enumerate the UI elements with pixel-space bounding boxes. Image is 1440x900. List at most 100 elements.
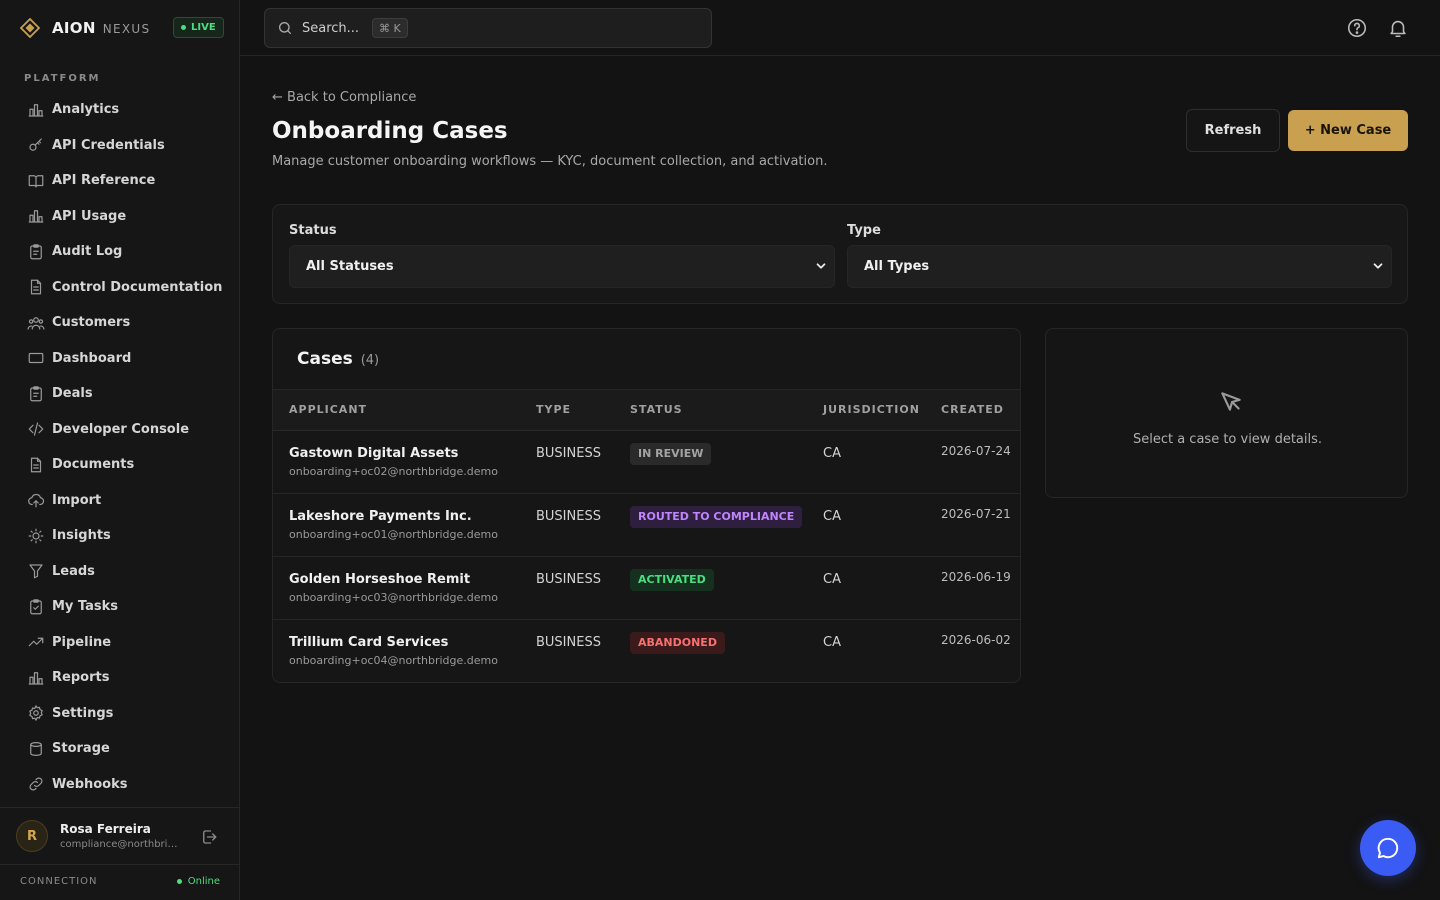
sidebar-item-deals[interactable]: Deals <box>0 376 240 412</box>
status-select[interactable]: All Statuses <box>289 245 835 288</box>
sidebar-item-analytics[interactable]: Analytics <box>0 92 240 128</box>
sidebar-item-label: Documents <box>52 457 135 473</box>
user-email: compliance@northbridg... <box>60 839 182 850</box>
new-case-button[interactable]: + New Case <box>1288 110 1408 151</box>
status-badge: ROUTED TO COMPLIANCE <box>630 506 803 528</box>
type-select-value: All Types <box>864 259 930 274</box>
search-box[interactable]: ⌘ K <box>264 8 712 48</box>
sidebar-item-label: Insights <box>52 528 111 544</box>
sidebar-item-dashboard[interactable]: Dashboard <box>0 341 240 377</box>
back-to-compliance-link[interactable]: ← Back to Compliance <box>272 90 416 105</box>
chat-bubble-icon <box>1377 837 1399 859</box>
bell-icon[interactable] <box>1387 17 1409 39</box>
book-icon <box>26 171 46 191</box>
sidebar-item-my-tasks[interactable]: My Tasks <box>0 589 240 625</box>
column-header-created[interactable]: CREATED <box>941 403 1004 416</box>
column-header-status[interactable]: STATUS <box>630 403 683 416</box>
created-cell: 2026-07-21 <box>941 507 1011 521</box>
created-cell: 2026-07-24 <box>941 444 1011 458</box>
avatar[interactable]: R <box>16 820 48 852</box>
document-icon <box>26 455 46 475</box>
sidebar-item-label: Webhooks <box>52 776 128 792</box>
funnel-icon <box>26 561 46 581</box>
search-input[interactable] <box>302 20 362 36</box>
sidebar-item-documents[interactable]: Documents <box>0 447 240 483</box>
status-cell: IN REVIEW <box>630 443 712 465</box>
sidebar-item-label: Settings <box>52 705 114 721</box>
sidebar-item-label: Reports <box>52 670 110 686</box>
sidebar-item-label: Customers <box>52 315 131 331</box>
status-cell: ACTIVATED <box>630 569 714 591</box>
detail-empty-text: Select a case to view details. <box>1132 432 1323 447</box>
applicant-name: Gastown Digital Assets <box>289 446 459 461</box>
diamond-logo-icon <box>20 18 40 38</box>
cases-title: Cases <box>297 349 353 369</box>
sidebar-item-customers[interactable]: Customers <box>0 305 240 341</box>
bar-chart-icon <box>26 100 46 120</box>
chevron-down-icon <box>816 263 826 269</box>
type-cell: BUSINESS <box>536 572 601 587</box>
document-icon <box>26 277 46 297</box>
column-header-applicant[interactable]: APPLICANT <box>289 403 367 416</box>
sidebar-item-reports[interactable]: Reports <box>0 660 240 696</box>
trend-icon <box>26 632 46 652</box>
sidebar-item-settings[interactable]: Settings <box>0 696 240 732</box>
help-icon[interactable] <box>1346 17 1368 39</box>
type-filter-label: Type <box>847 223 881 238</box>
chevron-down-icon <box>1373 263 1383 269</box>
gear-icon <box>26 703 46 723</box>
live-badge: LIVE <box>173 17 224 38</box>
column-header-type[interactable]: TYPE <box>536 403 571 416</box>
table-row[interactable]: Gastown Digital Assets onboarding+oc02@no… <box>273 431 1020 494</box>
sidebar-item-insights[interactable]: Insights <box>0 518 240 554</box>
sidebar-item-label: Dashboard <box>52 350 132 366</box>
code-icon <box>26 419 46 439</box>
sidebar-item-label: My Tasks <box>52 599 119 615</box>
sidebar-item-control-documentation[interactable]: Control Documentation <box>0 270 240 306</box>
sidebar-item-label: Developer Console <box>52 421 190 437</box>
status-badge: ACTIVATED <box>630 569 714 591</box>
brand[interactable]: AION NEXUS LIVE <box>20 16 224 40</box>
column-header-jurisdiction[interactable]: JURISDICTION <box>823 403 920 416</box>
chat-button[interactable] <box>1360 820 1416 876</box>
sidebar-item-storage[interactable]: Storage <box>0 731 240 767</box>
status-cell: ROUTED TO COMPLIANCE <box>630 506 803 528</box>
status-badge: IN REVIEW <box>630 443 712 465</box>
sidebar-item-api-usage[interactable]: API Usage <box>0 199 240 235</box>
type-cell: BUSINESS <box>536 509 601 524</box>
online-dot-icon <box>176 879 182 884</box>
sidebar-item-label: Pipeline <box>52 634 112 650</box>
applicant-email: onboarding+oc04@northbridge.demo <box>289 654 498 667</box>
sidebar-item-import[interactable]: Import <box>0 483 240 519</box>
sidebar-item-webhooks[interactable]: Webhooks <box>0 767 240 803</box>
filters-panel: Status All Statuses Type All Types <box>272 204 1408 304</box>
type-select[interactable]: All Types <box>847 245 1392 288</box>
refresh-button[interactable]: Refresh <box>1186 109 1280 152</box>
users-icon <box>26 313 46 333</box>
bar-chart-icon <box>26 668 46 688</box>
table-row[interactable]: Golden Horseshoe Remit onboarding+oc03@no… <box>273 557 1020 620</box>
sidebar-item-label: Deals <box>52 386 93 402</box>
sidebar-item-api-credentials[interactable]: API Credentials <box>0 128 240 164</box>
sidebar-item-developer-console[interactable]: Developer Console <box>0 412 240 448</box>
status-cell: ABANDONED <box>630 632 725 654</box>
sidebar-item-api-reference[interactable]: API Reference <box>0 163 240 199</box>
sidebar-nav: Analytics API Credentials API Reference API… <box>0 92 240 802</box>
link-icon <box>26 774 46 794</box>
sidebar-item-pipeline[interactable]: Pipeline <box>0 625 240 661</box>
logout-icon[interactable] <box>200 828 218 846</box>
sidebar-item-label: Audit Log <box>52 244 123 260</box>
bar-chart-icon <box>26 206 46 226</box>
applicant-cell: Golden Horseshoe Remit onboarding+oc03@no… <box>289 572 498 604</box>
table-header: APPLICANT TYPE STATUS JURISDICTION CREAT… <box>273 390 1020 431</box>
sidebar-item-audit-log[interactable]: Audit Log <box>0 234 240 270</box>
created-cell: 2026-06-02 <box>941 633 1011 647</box>
database-icon <box>26 739 46 759</box>
brand-name: AION <box>52 19 96 37</box>
search-shortcut: ⌘ K <box>372 18 408 38</box>
sidebar-item-leads[interactable]: Leads <box>0 554 240 590</box>
table-row[interactable]: Lakeshore Payments Inc. onboarding+oc01@n… <box>273 494 1020 557</box>
type-cell: BUSINESS <box>536 635 601 650</box>
table-row[interactable]: Trillium Card Services onboarding+oc04@no… <box>273 620 1020 682</box>
user-info: Rosa Ferreira compliance@northbridg... <box>60 822 182 850</box>
